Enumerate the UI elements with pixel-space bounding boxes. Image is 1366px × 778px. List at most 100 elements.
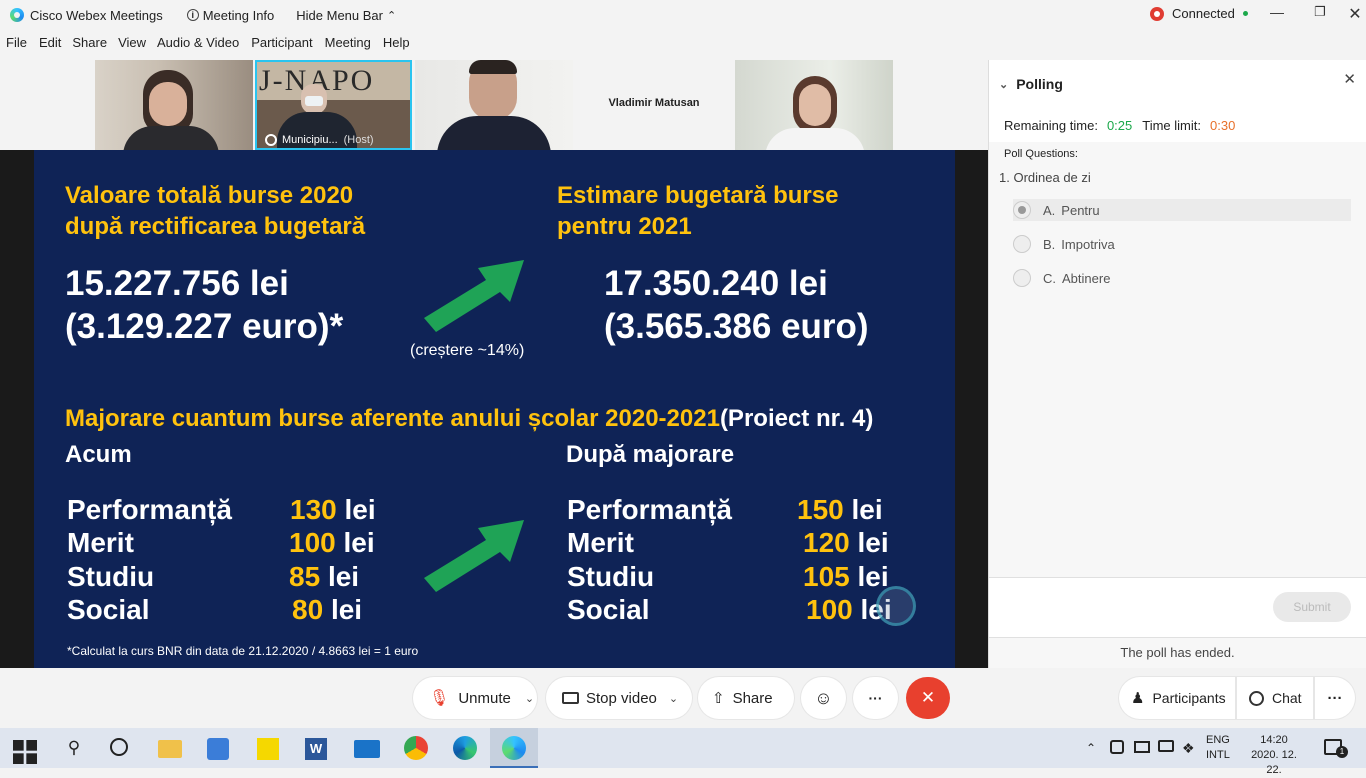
- sticky-notes-icon[interactable]: [257, 738, 279, 760]
- more-options-button[interactable]: ···: [853, 677, 898, 719]
- chevron-up-icon: ⌃: [386, 9, 397, 22]
- battery-icon[interactable]: [1134, 741, 1150, 753]
- after-row-label: Merit: [567, 527, 634, 558]
- participants-button[interactable]: ♟ Participants: [1119, 677, 1235, 719]
- panel-more-button[interactable]: ···: [1315, 677, 1355, 719]
- webex-icon: [502, 736, 526, 760]
- headset-icon: [265, 134, 277, 146]
- chrome-icon[interactable]: [404, 736, 428, 760]
- webex-taskbar-button[interactable]: [490, 728, 538, 768]
- person-body: [437, 116, 551, 150]
- clock[interactable]: 14:20 2020. 12. 22.: [1242, 733, 1306, 778]
- menu-view[interactable]: View: [118, 35, 146, 55]
- file-explorer-icon[interactable]: [158, 740, 182, 758]
- participant-video-1[interactable]: [95, 60, 253, 150]
- app-title: Cisco Webex Meetings: [10, 0, 163, 30]
- slide-heading-left-1: Valoare totală burse 2020: [65, 182, 354, 209]
- close-icon: ✕: [920, 688, 936, 707]
- video-camera-icon: [562, 692, 579, 704]
- hide-menu-bar-button[interactable]: Hide Menu Bar ⌃: [296, 0, 396, 30]
- search-icon[interactable]: ⚲: [62, 736, 86, 760]
- slide-heading-right-2: pentru 2021: [557, 213, 692, 240]
- now-heading: Acum: [65, 441, 132, 468]
- polling-header: ⌄ Polling ✕: [989, 60, 1366, 108]
- now-row-label: Performanță: [67, 494, 232, 525]
- face-mask: [305, 96, 323, 106]
- meeting-info-label: Meeting Info: [202, 7, 275, 23]
- close-window-icon[interactable]: ✕: [1340, 4, 1366, 24]
- meet-now-icon[interactable]: [1110, 740, 1124, 754]
- meeting-info-button[interactable]: i Meeting Info: [186, 0, 275, 30]
- estimate-value-2021: 17.350.240 lei: [604, 264, 828, 303]
- estimate-value-2021-euro: (3.565.386 euro): [604, 307, 869, 346]
- menu-audio-video[interactable]: Audio & Video: [157, 35, 239, 55]
- notifications-icon[interactable]: 1: [1324, 739, 1348, 758]
- participant-name-tile[interactable]: Vladimir Matusan: [575, 60, 733, 150]
- pointer-cursor-icon: [876, 586, 916, 626]
- store-icon[interactable]: [207, 738, 229, 760]
- chevron-down-icon[interactable]: ⌄: [999, 78, 1008, 91]
- minimize-icon[interactable]: —: [1262, 4, 1292, 20]
- radio-icon[interactable]: [1013, 269, 1031, 287]
- presentation-slide: Valoare totală burse 2020 după rectifica…: [34, 150, 955, 668]
- now-row-label: Studiu: [67, 561, 155, 592]
- restore-icon[interactable]: ❐: [1305, 4, 1335, 20]
- menu-edit[interactable]: Edit: [39, 35, 61, 55]
- person-icon: ♟: [1131, 690, 1145, 707]
- chat-button[interactable]: Chat: [1237, 677, 1313, 719]
- chevron-down-icon[interactable]: ⌄: [525, 692, 534, 705]
- edge-icon[interactable]: [453, 736, 477, 760]
- slide-footnote: *Calculat la curs BNR din data de 21.12.…: [67, 644, 419, 658]
- more-icon: ···: [1327, 689, 1343, 707]
- menu-help[interactable]: Help: [383, 35, 410, 55]
- menu-meeting[interactable]: Meeting: [325, 35, 371, 55]
- hide-menu-label: Hide Menu Bar: [296, 7, 383, 23]
- host-video-tile[interactable]: J-NAPO Municipiu... (Host): [255, 60, 412, 150]
- menu-file[interactable]: File: [6, 35, 27, 55]
- end-meeting-button[interactable]: ✕: [906, 677, 950, 719]
- chevron-down-icon[interactable]: ⌄: [669, 692, 678, 705]
- option-text: Abtinere: [1062, 270, 1111, 286]
- remaining-label: Remaining time:: [1004, 117, 1098, 133]
- info-icon: i: [186, 9, 199, 21]
- share-button[interactable]: ⇧ Share: [698, 677, 794, 719]
- dropbox-icon[interactable]: ❖: [1182, 736, 1206, 760]
- close-panel-icon[interactable]: ✕: [1343, 70, 1356, 88]
- word-icon[interactable]: W: [305, 738, 327, 760]
- connection-status[interactable]: Connected: [1150, 6, 1248, 21]
- poll-option-a[interactable]: A. Pentru: [1013, 199, 1351, 221]
- menu-participant[interactable]: Participant: [251, 35, 312, 55]
- poll-option-b[interactable]: B. Impotriva: [1013, 233, 1366, 255]
- person-face: [799, 84, 831, 126]
- person-body: [765, 128, 865, 150]
- tray-chevron-up-icon[interactable]: ⌃: [1086, 736, 1110, 760]
- status-dot-icon: [1242, 11, 1248, 16]
- option-text: Pentru: [1061, 202, 1100, 218]
- windows-taskbar: ⚲ W ⌃ ❖ ENG INTL 14:20 2020. 12. 22. 1: [0, 728, 1366, 776]
- poll-option-c[interactable]: C. Abtinere: [1013, 267, 1366, 289]
- poll-actions: Submit: [989, 577, 1366, 637]
- poll-question: 1. Ordinea de zi: [999, 170, 1091, 185]
- mail-icon[interactable]: [354, 740, 380, 758]
- network-icon[interactable]: [1158, 740, 1174, 752]
- meeting-controls: 🎙 Unmute ⌄ Stop video ⌄ ⇧ Share ☺ ··· ✕ …: [0, 668, 1366, 728]
- increase-arrow-icon: [424, 520, 524, 592]
- remaining-value: 0:25: [1106, 117, 1133, 133]
- after-row-amount: 150 lei: [797, 494, 883, 525]
- more-icon: ···: [868, 690, 883, 706]
- participant-video-5[interactable]: [735, 60, 893, 150]
- unmute-button[interactable]: 🎙 Unmute ⌄: [413, 677, 537, 719]
- input-language[interactable]: ENG INTL: [1206, 733, 1230, 763]
- stop-video-button[interactable]: Stop video ⌄: [546, 677, 692, 719]
- growth-arrow-icon: [424, 260, 524, 332]
- task-view-icon[interactable]: [110, 738, 128, 756]
- menu-share[interactable]: Share: [72, 35, 107, 55]
- host-name-label: Municipiu... (Host): [265, 134, 374, 146]
- windows-start-icon[interactable]: [13, 740, 37, 764]
- recording-icon: [1150, 6, 1164, 21]
- submit-button[interactable]: Submit: [1273, 592, 1351, 622]
- participant-video-3[interactable]: [415, 60, 573, 150]
- reactions-button[interactable]: ☺: [801, 677, 846, 719]
- radio-icon[interactable]: [1013, 235, 1031, 253]
- radio-selected-icon[interactable]: [1013, 201, 1031, 219]
